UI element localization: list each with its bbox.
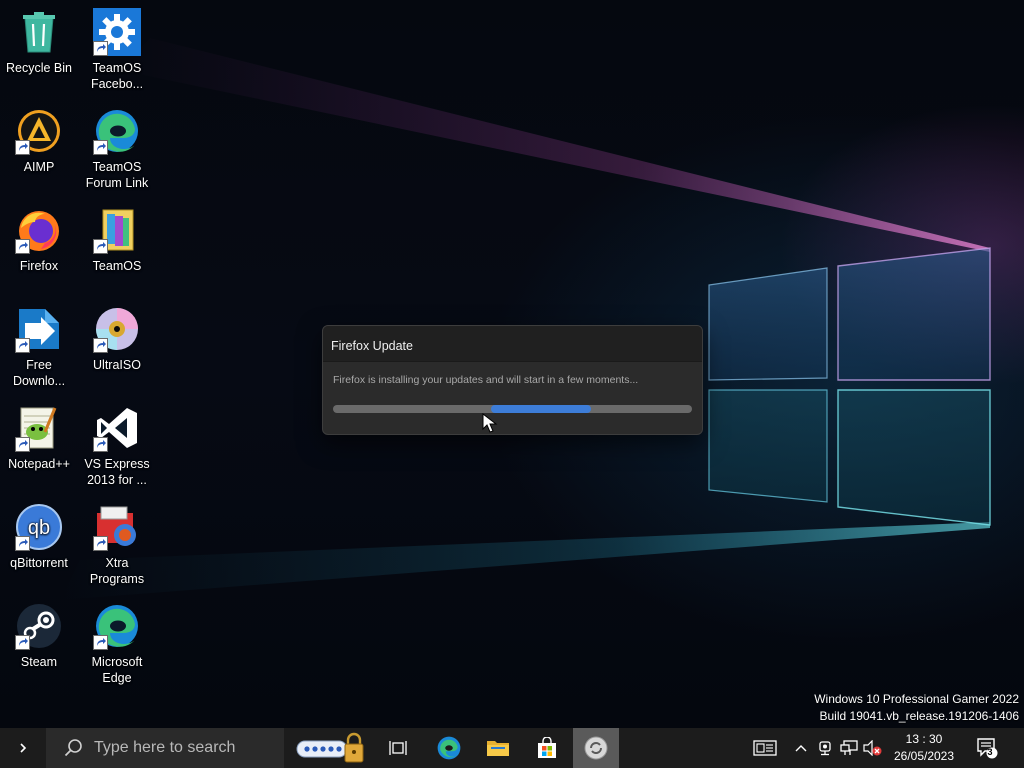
notification-count-badge: 3: [987, 747, 993, 757]
shortcut-arrow-icon: [15, 239, 30, 254]
desktop-icon-label: Xtra Programs: [89, 556, 145, 586]
update-progress-bar: [333, 405, 692, 413]
shortcut-arrow-icon: [15, 536, 30, 551]
desktop-icon-label: UltraISO: [93, 358, 141, 372]
desktop-icon[interactable]: Recycle Bin: [1, 2, 77, 94]
desktop-icon[interactable]: Firefox: [1, 200, 77, 292]
shortcut-arrow-icon: [93, 239, 108, 254]
shortcut-arrow-icon: [93, 437, 108, 452]
taskbar: Type here to search 13: 30 26/05/2023 3: [0, 728, 1024, 768]
tray-volume[interactable]: [862, 728, 884, 768]
desktop-icon[interactable]: UltraISO: [79, 299, 155, 391]
shortcut-arrow-icon: [93, 41, 108, 56]
chevron-up-icon: [795, 745, 807, 752]
dialog-title: Firefox Update: [331, 339, 413, 353]
desktop-icon-label: AIMP: [23, 160, 55, 174]
news-icon: [753, 740, 777, 756]
desktop-icon-label: TeamOS Forum Link: [85, 160, 149, 190]
desktop-icon[interactable]: Notepad++: [1, 398, 77, 490]
edge-icon: [437, 736, 461, 760]
desktop-icon-label: Firefox: [19, 259, 59, 273]
desktop-icon-label: TeamOS Facebo...: [90, 61, 144, 91]
desktop-icon-label: TeamOS: [92, 259, 142, 273]
tray-network[interactable]: [838, 728, 860, 768]
aimp-icon: [15, 107, 63, 155]
settings-gear-icon: [93, 8, 141, 56]
taskbar-firefox-updater[interactable]: [573, 728, 619, 768]
desktop-icon-label: qBittorrent: [10, 556, 68, 570]
watermark-edition: Windows 10 Professional Gamer 2022: [814, 692, 1019, 706]
password-lock-app[interactable]: [294, 728, 366, 768]
task-view-button[interactable]: [378, 728, 418, 768]
dialog-message: Firefox is installing your updates and w…: [333, 374, 639, 386]
desktop-icon[interactable]: Steam: [1, 596, 77, 688]
webcam-icon: [819, 741, 831, 756]
free-download-manager-icon: [15, 305, 63, 353]
network-icon: [840, 740, 858, 755]
shortcut-arrow-icon: [93, 635, 108, 650]
desktop-icon-label: VS Express 2013 for ...: [84, 457, 150, 487]
clock-date: 26/05/2023: [893, 749, 955, 763]
start-button[interactable]: [0, 728, 46, 768]
svg-text:qb: qb: [28, 517, 50, 539]
tray-webcam[interactable]: [815, 728, 835, 768]
desktop-icon[interactable]: Microsoft Edge: [79, 596, 155, 688]
desktop-icon[interactable]: TeamOS: [79, 200, 155, 292]
progress-fill: [491, 405, 591, 413]
xtra-programs-icon: [93, 503, 141, 551]
task-view-icon: [389, 741, 407, 755]
show-hidden-icons-button[interactable]: [790, 728, 812, 768]
desktop-icon-label: Steam: [20, 655, 58, 669]
microsoft-store-icon: [538, 737, 556, 758]
firefox-updater-icon: [584, 736, 608, 760]
recycle-bin-icon: [15, 8, 63, 56]
qbittorrent-icon: qb: [15, 503, 63, 551]
shortcut-arrow-icon: [15, 140, 30, 155]
ultraiso-disc-icon: [93, 305, 141, 353]
desktop-icon[interactable]: Free Downlo...: [1, 299, 77, 391]
shortcut-arrow-icon: [15, 338, 30, 353]
shortcut-arrow-icon: [15, 437, 30, 452]
notepad-plus-plus-icon: [15, 404, 63, 452]
search-placeholder: Type here to search: [94, 739, 236, 756]
taskbar-edge[interactable]: [428, 728, 470, 768]
steam-icon: [15, 602, 63, 650]
taskbar-file-explorer[interactable]: [477, 728, 519, 768]
desktop-icon[interactable]: qb qBittorrent: [1, 497, 77, 589]
shortcut-arrow-icon: [93, 338, 108, 353]
chevron-right-icon: [20, 743, 27, 753]
firefox-update-dialog: Firefox Update Firefox is installing you…: [322, 325, 703, 435]
shortcut-arrow-icon: [93, 536, 108, 551]
search-icon: [64, 739, 82, 757]
desktop-icon[interactable]: AIMP: [1, 101, 77, 193]
teamos-folder-icon: [93, 206, 141, 254]
desktop-icon[interactable]: TeamOS Forum Link: [79, 101, 155, 193]
desktop-icon[interactable]: VS Express 2013 for ...: [79, 398, 155, 490]
edge-icon: [93, 602, 141, 650]
clock-time: 13 : 30: [905, 732, 943, 746]
taskbar-search-box[interactable]: Type here to search: [46, 728, 284, 768]
shortcut-arrow-icon: [93, 140, 108, 155]
visual-studio-icon: [93, 404, 141, 452]
watermark-build: Build 19041.vb_release.191206-1406: [819, 709, 1020, 723]
desktop-icon-label: Notepad++: [8, 457, 70, 471]
edge-icon: [93, 107, 141, 155]
password-lock-icon: [296, 732, 364, 763]
taskbar-clock[interactable]: 13 : 30 26/05/2023: [888, 731, 960, 765]
shortcut-arrow-icon: [15, 635, 30, 650]
file-explorer-icon: [487, 741, 509, 756]
desktop-icon-label: Recycle Bin: [6, 61, 72, 75]
desktop-icon[interactable]: TeamOS Facebo...: [79, 2, 155, 94]
windows-watermark: Windows 10 Professional Gamer 2022 Build…: [814, 691, 1019, 725]
news-and-interests-button[interactable]: [746, 728, 784, 768]
firefox-icon: [15, 206, 63, 254]
action-center-button[interactable]: 3: [970, 728, 1004, 768]
desktop: Recycle Bin TeamOS Facebo... AIMP TeamOS Fo…: [0, 0, 1024, 728]
desktop-icon-label: Microsoft Edge: [91, 655, 143, 685]
taskbar-microsoft-store[interactable]: [526, 728, 568, 768]
mouse-cursor-icon: [482, 413, 498, 433]
volume-muted-icon: [863, 740, 882, 756]
desktop-icon[interactable]: Xtra Programs: [79, 497, 155, 589]
desktop-icon-label: Free Downlo...: [12, 358, 66, 388]
